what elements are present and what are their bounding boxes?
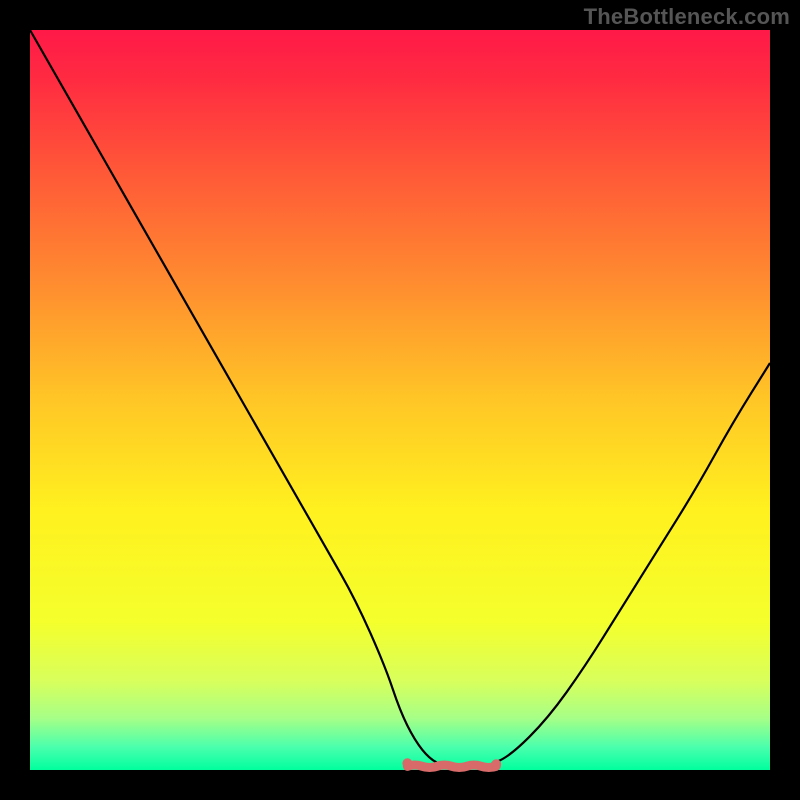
watermark-text: TheBottleneck.com [584, 4, 790, 30]
optimal-range-marker [407, 765, 496, 768]
bottleneck-chart [0, 0, 800, 800]
chart-frame: TheBottleneck.com [0, 0, 800, 800]
gradient-background [30, 30, 770, 770]
optimal-range-marker [491, 759, 501, 769]
optimal-range-marker [402, 758, 412, 768]
